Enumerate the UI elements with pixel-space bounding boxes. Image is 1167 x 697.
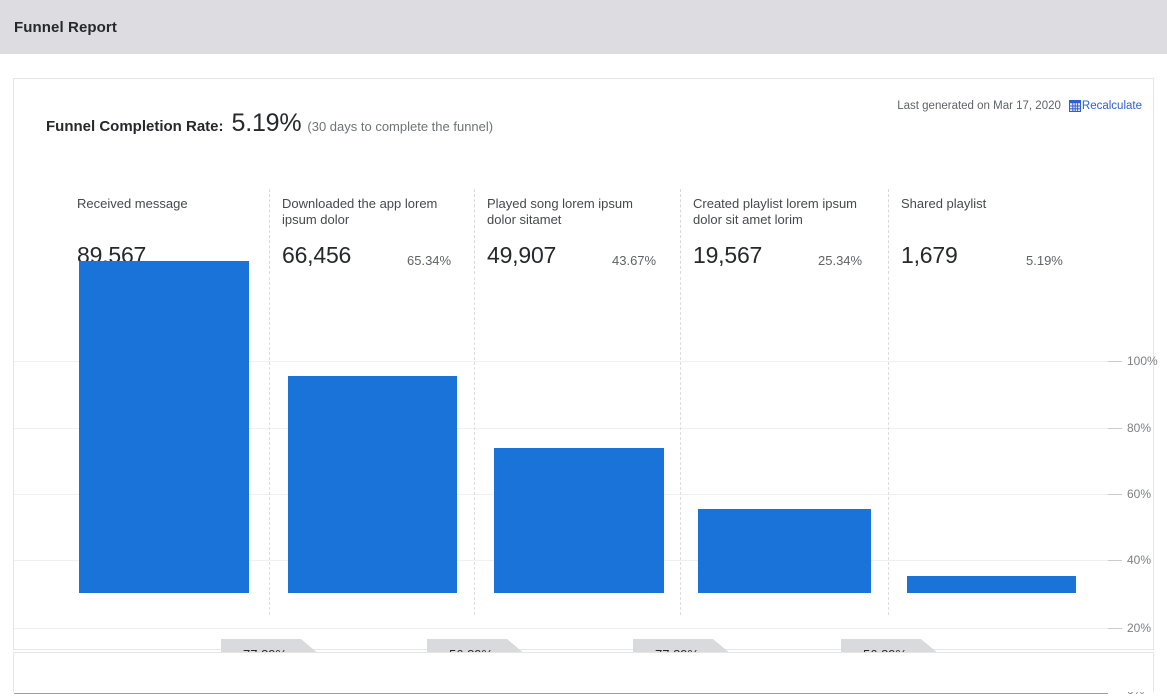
funnel-step-label: Played song lorem ipsum dolor sitamet xyxy=(487,189,662,228)
funnel-step-metrics: 1,679 5.19% xyxy=(901,242,1091,269)
grid-icon xyxy=(1069,100,1081,112)
funnel-step-percent: 25.34% xyxy=(818,253,862,268)
funnel-step-value: 1,679 xyxy=(901,242,958,269)
column-divider-2 xyxy=(474,277,475,615)
column-divider-1 xyxy=(269,277,270,615)
recalculate-link[interactable]: Recalculate xyxy=(1082,100,1142,112)
funnel-step-percent: 5.19% xyxy=(1026,253,1063,268)
funnel-step-2[interactable]: Downloaded the app lorem ipsum dolor 66,… xyxy=(269,189,474,274)
chart-y-axis: 100% 80% 60% 40% 20% 0% xyxy=(1108,277,1167,622)
bar-step-3[interactable] xyxy=(494,448,664,593)
funnel-completion-note: (30 days to complete the funnel) xyxy=(307,119,493,134)
ylabel-100: 100% xyxy=(1127,354,1158,368)
last-generated-row: Last generated on Mar 17, 2020 Recalcula… xyxy=(897,100,1142,112)
funnel-step-value: 19,567 xyxy=(693,242,762,269)
funnel-completion-summary: Funnel Completion Rate: 5.19% (30 days t… xyxy=(46,109,493,138)
funnel-step-metrics: 66,456 65.34% xyxy=(282,242,472,269)
funnel-step-value: 66,456 xyxy=(282,242,351,269)
ylabel-80: 80% xyxy=(1127,421,1151,435)
funnel-step-metrics: 19,567 25.34% xyxy=(693,242,883,269)
bar-step-2[interactable] xyxy=(288,376,457,593)
funnel-step-value: 49,907 xyxy=(487,242,556,269)
gridline-20 xyxy=(14,628,1108,629)
ytick-20 xyxy=(1108,628,1122,629)
ytick-40 xyxy=(1108,560,1122,561)
chart-plot-area: 77.89% 56.89% 77.89% 56.89% xyxy=(14,277,1108,615)
funnel-step-metrics: 49,907 43.67% xyxy=(487,242,677,269)
app-header: Funnel Report xyxy=(0,0,1167,54)
ylabel-60: 60% xyxy=(1127,487,1151,501)
funnel-step-percent: 65.34% xyxy=(407,253,451,268)
page-title: Funnel Report xyxy=(14,19,117,36)
funnel-step-5[interactable]: Shared playlist 1,679 5.19% xyxy=(888,189,1108,274)
chart-baseline xyxy=(14,693,1108,694)
ytick-100 xyxy=(1108,361,1122,362)
funnel-step-label: Shared playlist xyxy=(901,189,1076,212)
last-generated-text: Last generated on Mar 17, 2020 xyxy=(897,100,1061,112)
funnel-bar-chart: 77.89% 56.89% 77.89% 56.89% 100% 80% 60%… xyxy=(14,277,1155,650)
ylabel-40: 40% xyxy=(1127,553,1151,567)
funnel-step-label: Received message xyxy=(77,189,252,212)
column-divider-3 xyxy=(680,277,681,615)
bar-step-4[interactable] xyxy=(698,509,871,593)
funnel-step-label: Created playlist lorem ipsum dolor sit a… xyxy=(693,189,868,228)
funnel-step-label: Downloaded the app lorem ipsum dolor xyxy=(282,189,457,228)
secondary-card xyxy=(13,652,1154,692)
funnel-step-percent: 43.67% xyxy=(612,253,656,268)
funnel-report-card: Funnel Completion Rate: 5.19% (30 days t… xyxy=(13,78,1154,650)
ytick-60 xyxy=(1108,494,1122,495)
ytick-80 xyxy=(1108,428,1122,429)
funnel-completion-value: 5.19% xyxy=(232,109,302,138)
funnel-step-4[interactable]: Created playlist lorem ipsum dolor sit a… xyxy=(680,189,888,274)
column-divider-4 xyxy=(888,277,889,615)
funnel-completion-label: Funnel Completion Rate: xyxy=(46,118,224,135)
bar-step-5[interactable] xyxy=(907,576,1076,593)
ylabel-20: 20% xyxy=(1127,621,1151,635)
bar-step-1[interactable] xyxy=(79,261,249,593)
funnel-step-3[interactable]: Played song lorem ipsum dolor sitamet 49… xyxy=(474,189,680,274)
